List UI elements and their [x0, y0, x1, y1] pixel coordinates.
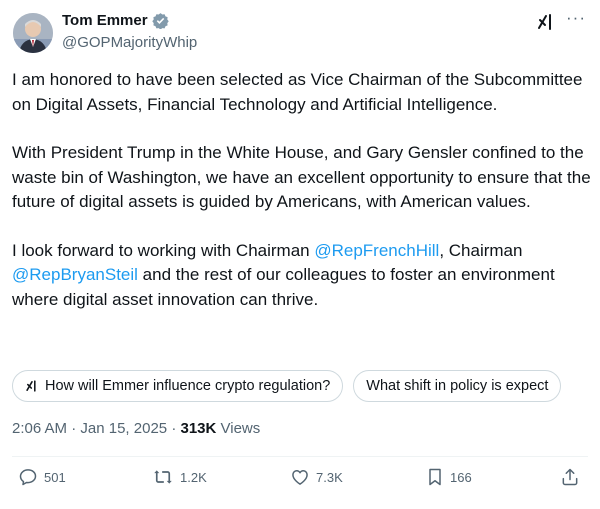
like-icon	[292, 470, 308, 485]
tweet-meta: 2:06 AM · Jan 15, 2025 · 313K Views	[12, 420, 260, 437]
reply-button[interactable]: 501	[18, 467, 66, 487]
grok-suggestion-chip[interactable]: How will Emmer influence crypto regulati…	[12, 370, 344, 402]
tweet-text: I am honored to have been selected as Vi…	[12, 68, 592, 336]
tweet-time[interactable]: 2:06 AM	[12, 420, 67, 437]
tweet-date[interactable]: Jan 15, 2025	[80, 420, 167, 437]
grok-icon[interactable]	[536, 12, 556, 32]
reply-count: 501	[44, 469, 66, 485]
author-handle[interactable]: @GOPMajorityWhip	[62, 34, 197, 51]
tweet-text-segment: I look forward to working with Chairman	[12, 240, 315, 260]
mention-link[interactable]: @RepFrenchHill	[314, 241, 439, 260]
bookmark-button[interactable]: 166	[426, 467, 472, 487]
like-count: 7.3K	[316, 469, 343, 485]
tweet-paragraph-1: I am honored to have been selected as Vi…	[12, 70, 583, 114]
tweet-text-segment: , Chairman	[439, 240, 523, 260]
share-icon	[562, 468, 578, 486]
repost-button[interactable]: 1.2K	[152, 467, 207, 487]
meta-separator: ·	[71, 420, 81, 437]
reply-icon	[19, 469, 37, 486]
grok-suggestion-chip[interactable]: What shift in policy is expect	[353, 370, 562, 402]
mention-link[interactable]: @RepBryanSteil	[12, 265, 138, 284]
action-bar: 501 1.2K 7.3K 166	[18, 467, 588, 491]
repost-count: 1.2K	[180, 469, 207, 485]
grok-icon	[26, 380, 36, 392]
grok-suggestion-label: How will Emmer influence crypto regulati…	[45, 378, 331, 394]
verified-badge-icon	[151, 12, 169, 30]
tweet-paragraph-3: I look forward to working with Chairman …	[12, 239, 592, 313]
avatar[interactable]	[13, 13, 53, 53]
tweet-paragraph-2: With President Trump in the White House,…	[12, 143, 591, 211]
like-button[interactable]: 7.3K	[290, 467, 343, 487]
author-name[interactable]: Tom Emmer	[62, 12, 148, 29]
repost-icon	[154, 470, 172, 484]
grok-suggestions: How will Emmer influence crypto regulati…	[12, 370, 562, 402]
chip-fade	[560, 366, 600, 406]
author-name-row[interactable]: Tom Emmer	[62, 12, 169, 30]
share-button[interactable]	[560, 467, 586, 487]
more-icon[interactable]: ···	[566, 8, 586, 28]
views-label: Views	[216, 420, 261, 437]
grok-suggestion-label: What shift in policy is expect	[366, 378, 549, 394]
bookmark-icon	[429, 468, 441, 486]
views-count: 313K	[180, 420, 217, 437]
divider	[12, 456, 588, 457]
bookmark-count: 166	[450, 469, 472, 485]
